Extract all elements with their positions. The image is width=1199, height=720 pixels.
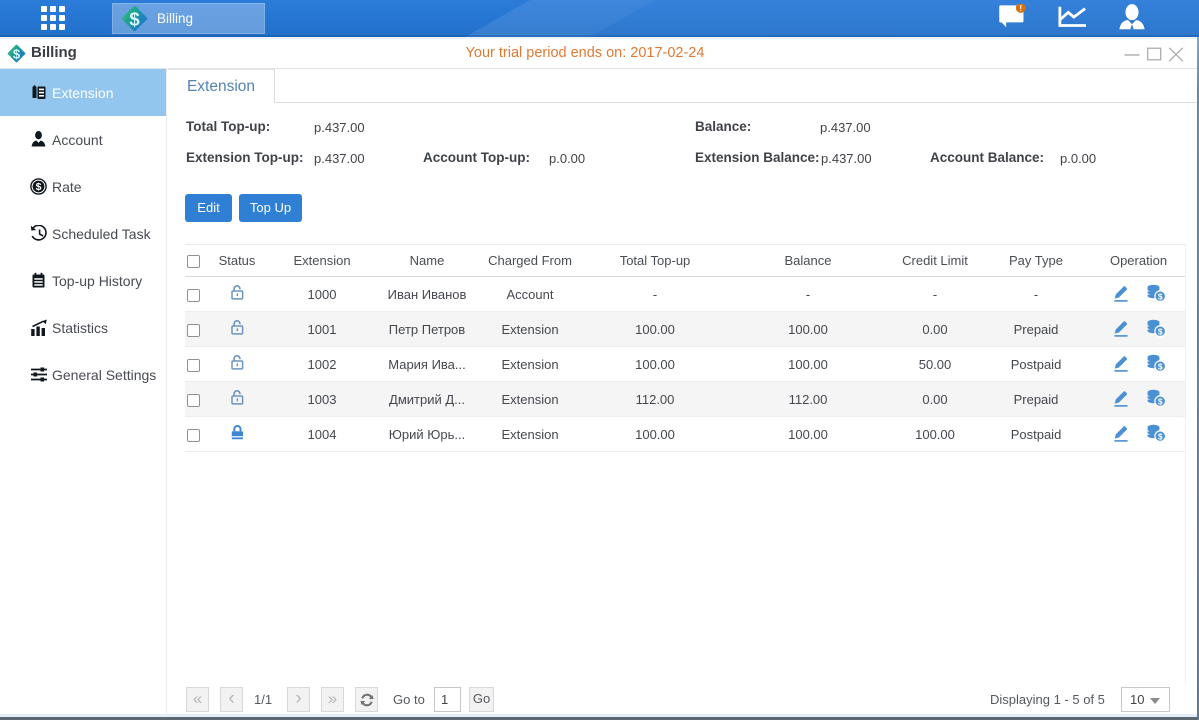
- svg-text:$: $: [36, 181, 42, 193]
- svg-text:$: $: [129, 8, 140, 29]
- svg-text:!: !: [1019, 4, 1022, 13]
